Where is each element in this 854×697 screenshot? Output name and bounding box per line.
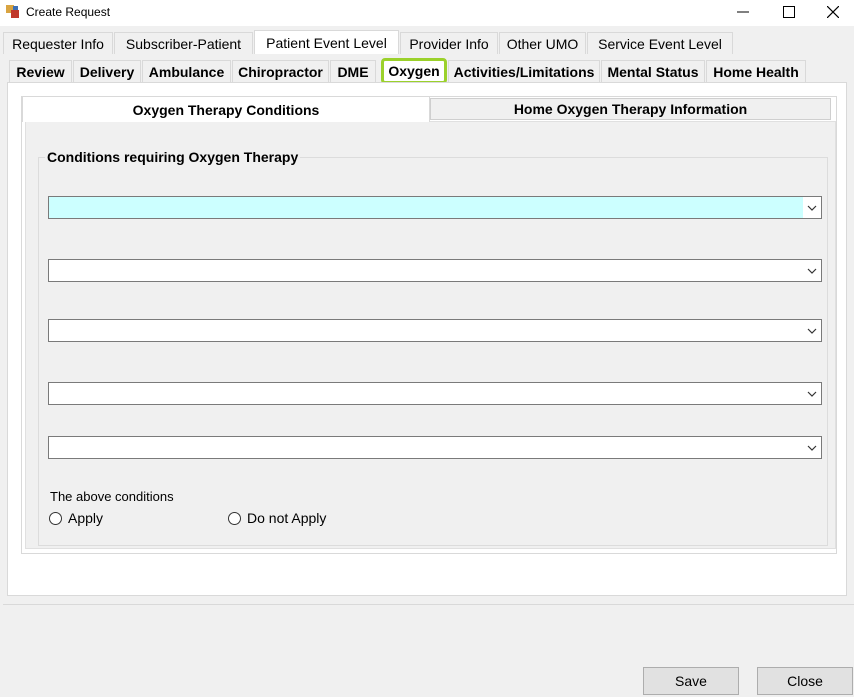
close-window-button[interactable] [810,0,854,24]
tab-other-umo[interactable]: Other UMO [499,32,586,54]
close-icon [827,6,839,18]
close-button[interactable]: Close [757,667,853,695]
tab-subscriber-patient[interactable]: Subscriber-Patient [114,32,253,54]
above-conditions-label: The above conditions [50,489,174,504]
tab-home-health[interactable]: Home Health [706,60,806,82]
condition-combo-4[interactable] [48,382,822,405]
apply-radio-label[interactable]: Apply [68,510,103,526]
save-button[interactable]: Save [643,667,739,695]
app-icon [6,5,20,19]
condition-combo-3[interactable] [48,319,822,342]
tab-requester-info[interactable]: Requester Info [3,32,113,54]
tab-service-event-level[interactable]: Service Event Level [587,32,733,54]
tab-delivery[interactable]: Delivery [73,60,141,82]
condition-combo-2[interactable] [48,259,822,282]
tab-dme[interactable]: DME [330,60,376,82]
tab-provider-info[interactable]: Provider Info [400,32,498,54]
minimize-icon [737,11,749,13]
subtab-home-oxygen-therapy-information[interactable]: Home Oxygen Therapy Information [430,98,831,120]
chevron-down-icon[interactable] [803,383,821,404]
tab-patient-event-level[interactable]: Patient Event Level [254,30,399,54]
tab-review[interactable]: Review [9,60,72,82]
apply-radio[interactable]: Apply [49,510,103,526]
conditions-group-title: Conditions requiring Oxygen Therapy [45,149,301,165]
subtab-oxygen-therapy-conditions[interactable]: Oxygen Therapy Conditions [22,96,430,122]
radio-circle-icon[interactable] [49,511,62,525]
do-not-apply-radio-label[interactable]: Do not Apply [247,510,326,526]
tab-ambulance[interactable]: Ambulance [142,60,231,82]
maximize-button[interactable] [766,0,812,24]
chevron-down-icon[interactable] [803,320,821,341]
condition-combo-5[interactable] [48,436,822,459]
chevron-down-icon[interactable] [803,197,821,218]
tab-mental-status[interactable]: Mental Status [601,60,705,82]
radio-circle-icon[interactable] [228,511,241,525]
do-not-apply-radio[interactable]: Do not Apply [228,510,326,526]
chevron-down-icon[interactable] [803,260,821,281]
minimize-button[interactable] [720,0,766,24]
window-title: Create Request [26,5,111,19]
tab-activities-limitations[interactable]: Activities/Limitations [448,60,600,82]
condition-combo-1[interactable] [48,196,822,219]
tab-oxygen[interactable]: Oxygen [381,58,447,84]
maximize-icon [783,6,795,18]
divider [3,604,854,605]
tab-chiropractor[interactable]: Chiropractor [232,60,329,82]
chevron-down-icon[interactable] [803,437,821,458]
